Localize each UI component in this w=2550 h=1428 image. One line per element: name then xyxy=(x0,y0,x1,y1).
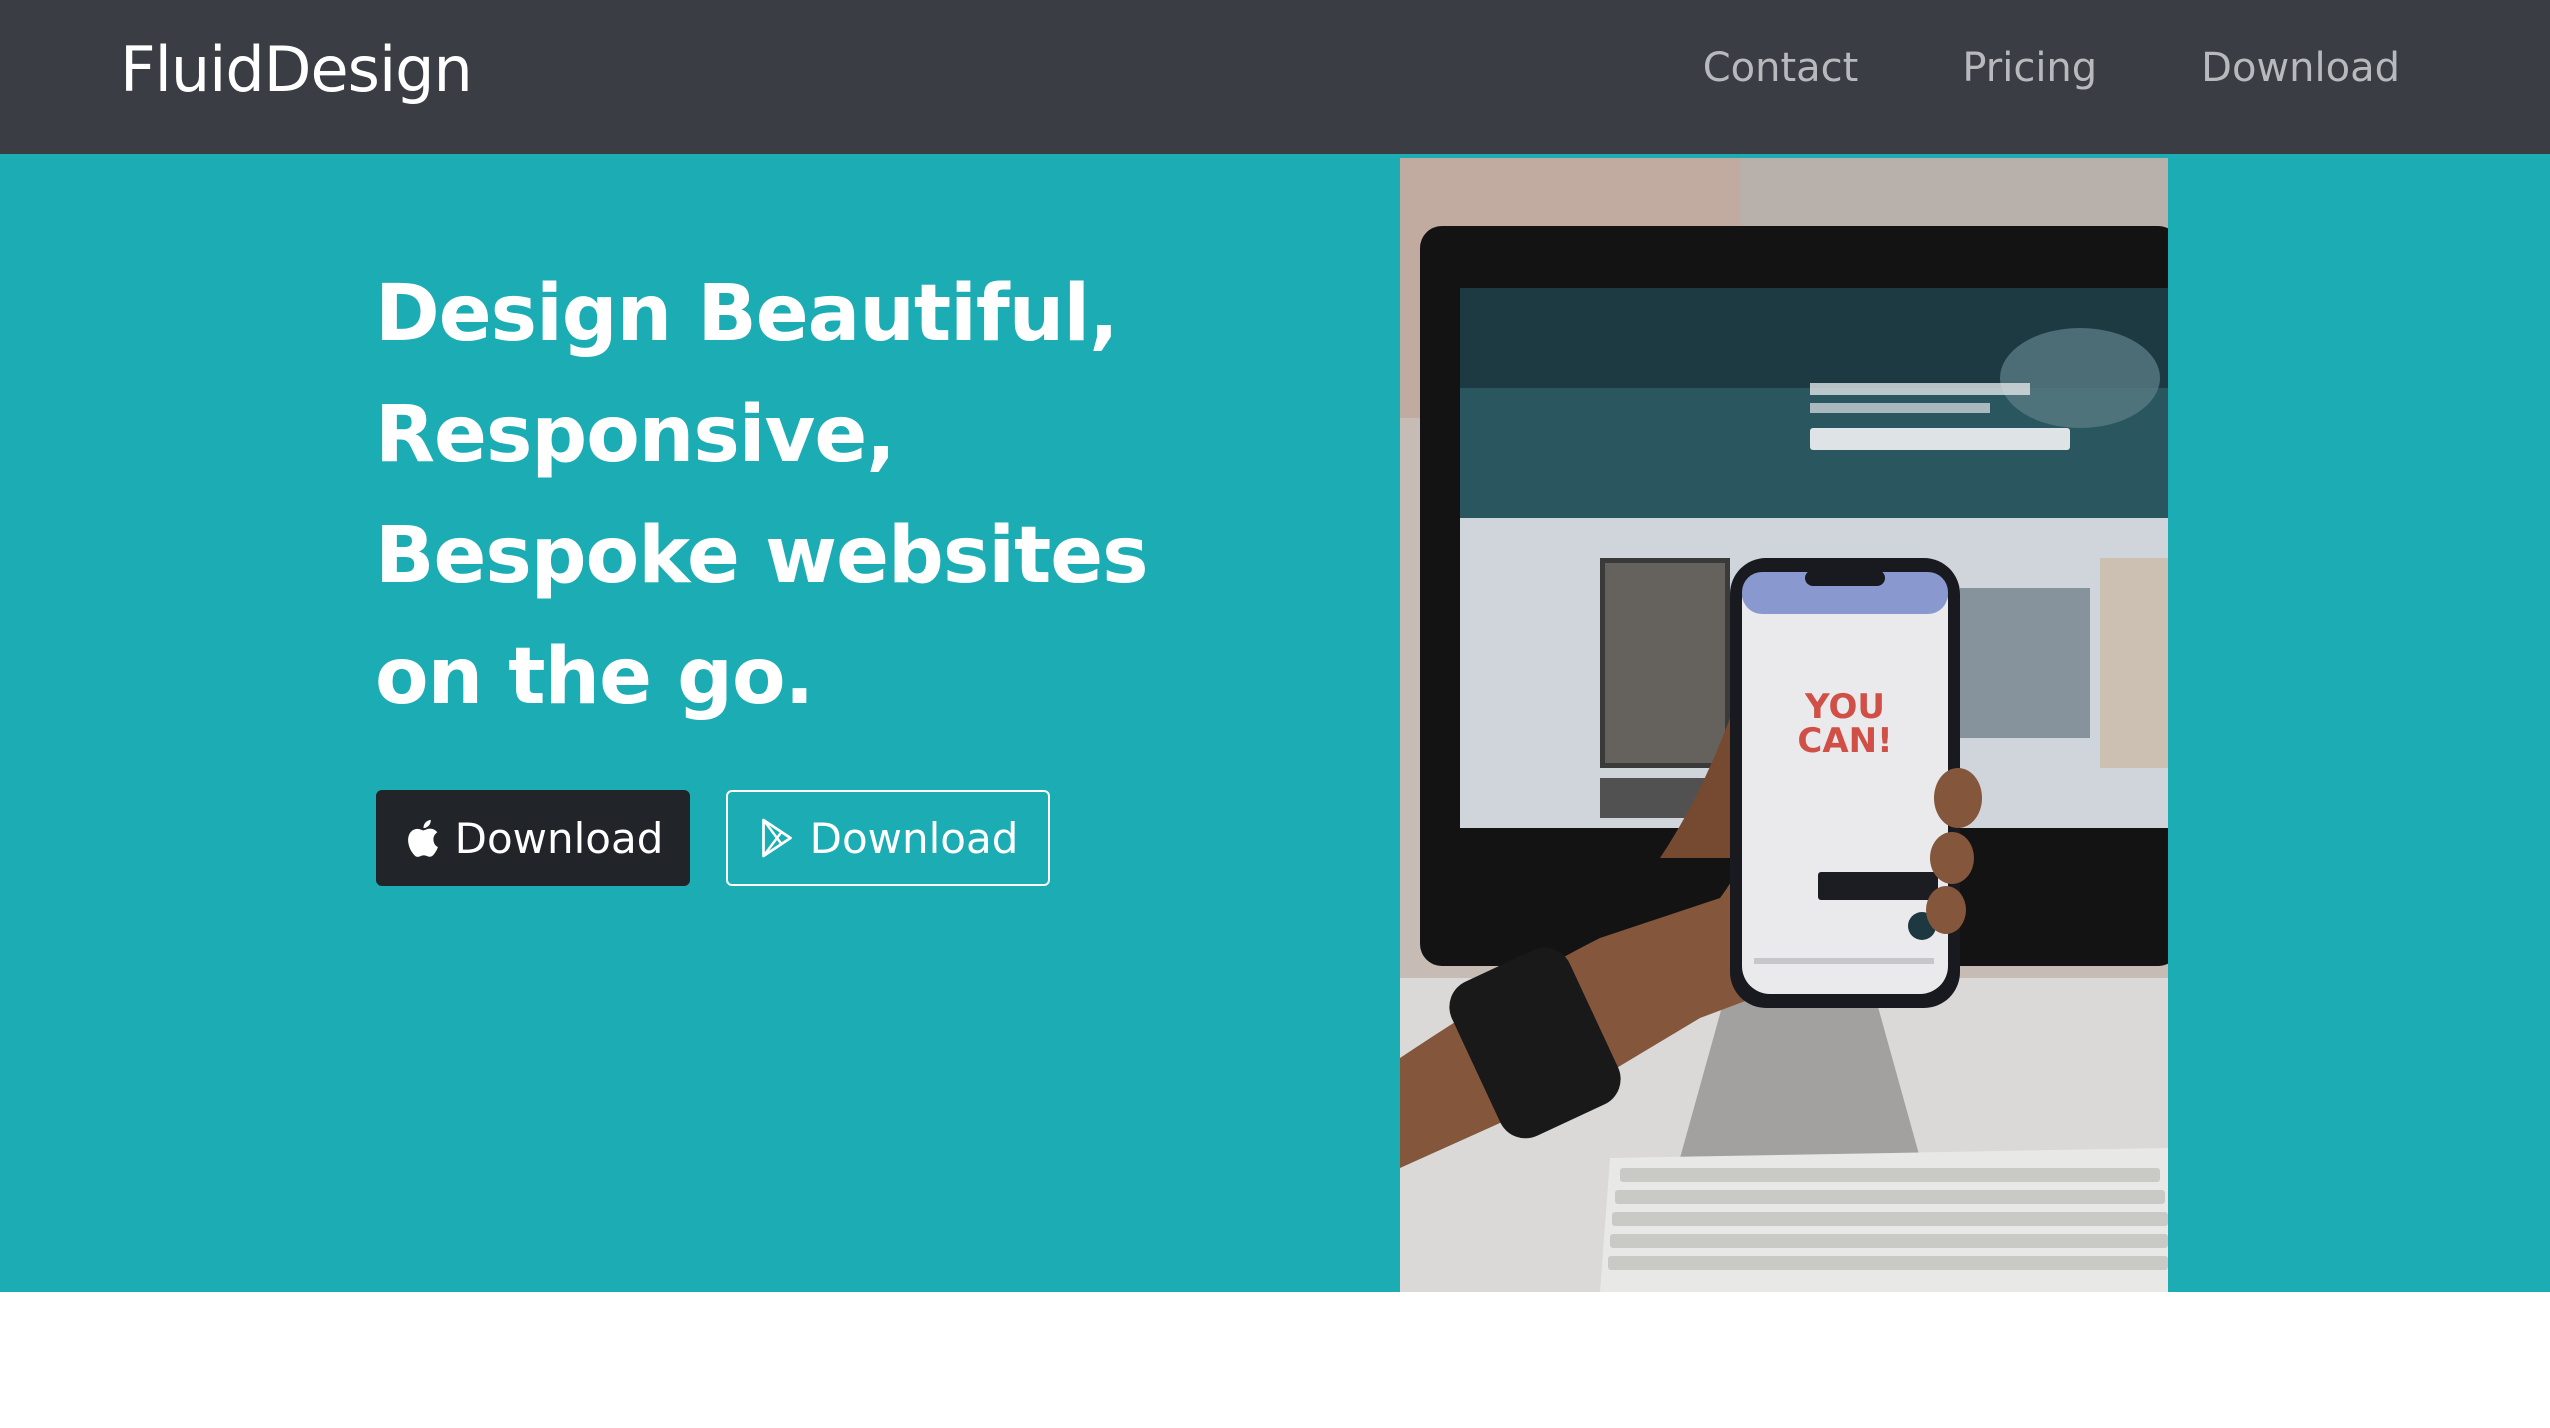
hero-section: Design Beautiful, Responsive, Bespoke we… xyxy=(0,154,2550,1292)
hero-title: Design Beautiful, Responsive, Bespoke we… xyxy=(375,254,1275,738)
hero-title-line-3: Bespoke websites xyxy=(375,511,1149,601)
apple-download-button[interactable]: Download xyxy=(376,790,690,886)
nav-link-pricing[interactable]: Pricing xyxy=(1962,38,2097,98)
google-play-download-label: Download xyxy=(809,813,1019,863)
phone-monitor-illustration: YOU CAN! xyxy=(1400,158,2168,1292)
download-buttons: Download Download xyxy=(376,790,1050,886)
nav-links: Contact Pricing Download xyxy=(1703,38,2400,98)
hero-photo: YOU CAN! xyxy=(1400,158,2168,1292)
google-play-icon xyxy=(758,817,796,859)
hero-title-line-1: Design Beautiful, xyxy=(375,269,1119,359)
below-fold-section xyxy=(0,1292,2550,1428)
google-play-download-button[interactable]: Download xyxy=(726,790,1050,886)
navbar: FluidDesign Contact Pricing Download xyxy=(0,0,2550,154)
hero-title-line-4: on the go. xyxy=(375,632,814,722)
nav-link-download[interactable]: Download xyxy=(2201,38,2400,98)
apple-download-label: Download xyxy=(454,813,664,863)
apple-icon xyxy=(403,817,441,859)
hero-title-line-2: Responsive, xyxy=(375,390,896,480)
nav-link-contact[interactable]: Contact xyxy=(1703,38,1859,98)
brand-logo[interactable]: FluidDesign xyxy=(120,30,473,110)
